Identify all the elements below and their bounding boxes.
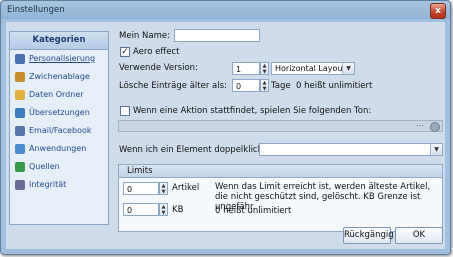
sidebar-header: Kategorien	[10, 32, 108, 50]
close-button[interactable]: x	[430, 3, 446, 19]
browse-button[interactable]: ...	[416, 119, 424, 128]
aero-label: Aero effect	[133, 47, 180, 57]
sidebar-item-label: Personalisierung	[29, 54, 96, 63]
version-label: Verwende Version:	[119, 63, 198, 73]
chevron-down-icon[interactable]: ▼	[342, 63, 354, 74]
sidebar-item-label: Quellen	[29, 162, 60, 171]
sidebar-item-personalisierung[interactable]: Personalisierung	[15, 52, 95, 66]
sound-file-field[interactable]: ...	[118, 119, 443, 132]
sidebar-item-integritaet[interactable]: Integrität	[15, 178, 66, 192]
folder-icon	[15, 90, 25, 100]
limits-group: Limits 0 ▲ ▼ Artikel 0 ▲ ▼ KB Wenn das L…	[118, 164, 443, 232]
delete-days-input[interactable]: 0	[232, 79, 260, 92]
spinner-down-icon[interactable]: ▼	[261, 86, 268, 92]
kb-limit-input[interactable]: 0	[123, 203, 159, 216]
kb-hint: 0 heißt unlimitiert	[215, 206, 292, 216]
sidebar-item-label: Zwichenablage	[29, 72, 90, 81]
applications-icon	[15, 144, 25, 154]
title-bar: Einstellungen x	[1, 1, 450, 21]
aero-checkbox[interactable]: ✓	[120, 47, 130, 57]
spinner-down-icon[interactable]: ▼	[261, 69, 268, 75]
play-icon[interactable]	[430, 122, 440, 132]
layout-select-value: Horizontal Layout	[275, 64, 346, 73]
sidebar-item-daten-ordner[interactable]: Daten Ordner	[15, 88, 84, 102]
articles-limit-input[interactable]: 0	[123, 182, 159, 195]
clipboard-icon	[15, 72, 25, 82]
dialog-body: Kategorien Personalisierung Zwichenablag…	[6, 22, 445, 249]
sidebar-item-label: Email/Facebook	[29, 126, 92, 135]
articles-label: Artikel	[172, 183, 200, 193]
email-icon	[15, 126, 25, 136]
settings-window: Einstellungen x Kategorien Personalisier…	[0, 0, 451, 255]
sidebar-item-zwichenablage[interactable]: Zwichenablage	[15, 70, 90, 84]
layout-select[interactable]: Horizontal Layout ▼	[271, 62, 355, 75]
spinner-down-icon[interactable]: ▼	[160, 189, 167, 195]
sidebar-item-label: Anwendungen	[29, 144, 87, 153]
window-title: Einstellungen	[7, 5, 65, 15]
sidebar-item-label: Übersetzungen	[29, 108, 90, 117]
chevron-down-icon[interactable]: ▼	[430, 144, 442, 155]
reset-button[interactable]: Rückgängig	[343, 227, 394, 244]
limits-title: Limits	[127, 166, 153, 176]
sidebar-item-uebersetzungen[interactable]: Übersetzungen	[15, 106, 90, 120]
sources-icon	[15, 162, 25, 172]
doubleclick-select[interactable]: ▼	[259, 143, 443, 156]
delete-unit-label: Tage	[271, 81, 291, 91]
delete-label: Lösche Einträge älter als:	[119, 81, 227, 91]
category-sidebar: Kategorien Personalisierung Zwichenablag…	[9, 31, 109, 225]
user-icon	[15, 54, 25, 64]
sidebar-item-label: Integrität	[29, 180, 67, 189]
sound-label: Wenn eine Aktion stattfindet, spielen Si…	[133, 106, 372, 116]
articles-spinner[interactable]: ▲ ▼	[159, 182, 168, 195]
ok-button[interactable]: OK	[395, 227, 443, 244]
name-label: Mein Name:	[119, 31, 170, 41]
translate-icon	[15, 108, 25, 118]
sidebar-item-quellen[interactable]: Quellen	[15, 160, 60, 174]
kb-label: KB	[172, 205, 184, 215]
integrity-icon	[15, 180, 25, 190]
name-input[interactable]	[174, 29, 260, 42]
sound-checkbox[interactable]	[120, 106, 130, 116]
sidebar-item-anwendungen[interactable]: Anwendungen	[15, 142, 86, 156]
sidebar-item-label: Daten Ordner	[29, 90, 84, 99]
limits-header: Limits	[119, 165, 442, 178]
version-input[interactable]: 1	[232, 62, 260, 75]
sidebar-item-email-facebook[interactable]: Email/Facebook	[15, 124, 91, 138]
delete-hint: 0 heißt unlimitiert	[296, 81, 373, 91]
version-spinner[interactable]: ▲ ▼	[260, 62, 269, 75]
kb-spinner[interactable]: ▲ ▼	[159, 203, 168, 216]
spinner-down-icon[interactable]: ▼	[160, 210, 167, 216]
delete-days-spinner[interactable]: ▲ ▼	[260, 79, 269, 92]
